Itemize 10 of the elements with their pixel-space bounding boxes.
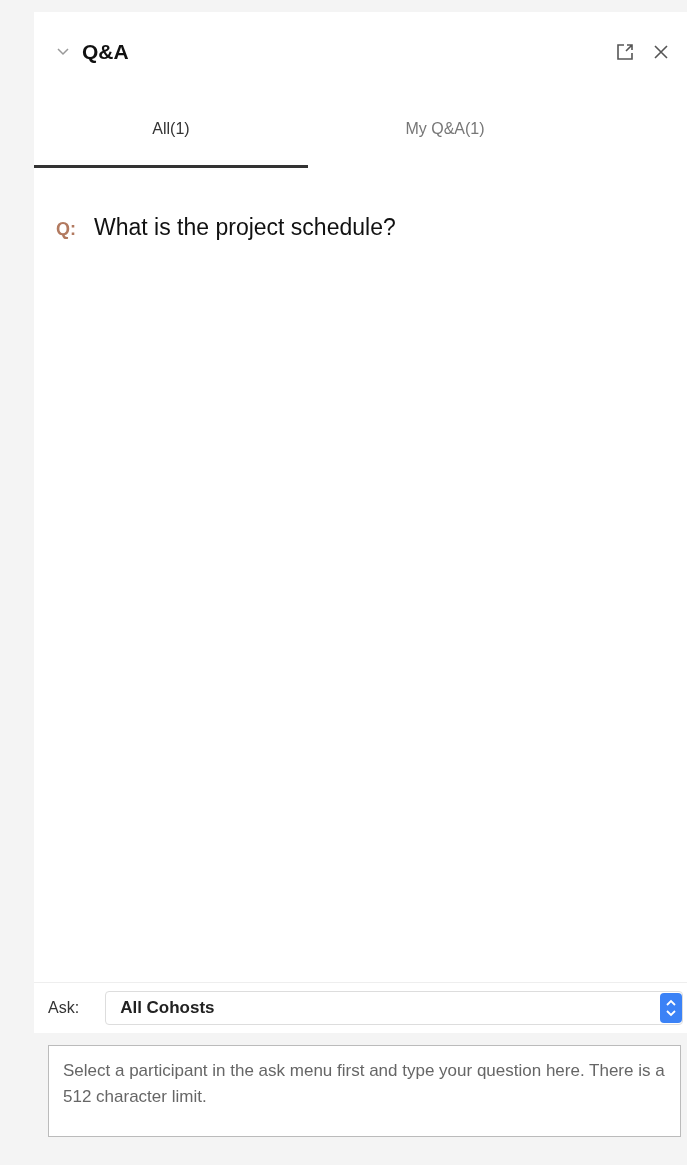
tab[interactable]: All(1): [34, 92, 308, 168]
chevron-icon[interactable]: [56, 47, 70, 57]
stepper-icon[interactable]: [660, 993, 682, 1023]
ask-dropdown[interactable]: All Cohosts: [105, 991, 683, 1025]
tab[interactable]: My Q&A(1): [308, 92, 582, 168]
ask-label: Ask:: [48, 999, 80, 1017]
question-input[interactable]: Select a participant in the ask menu first and type your question here. There is a 512 character limit.: [48, 1045, 681, 1137]
question-marker: Q:: [56, 219, 76, 240]
panel-title: Q&A: [82, 40, 130, 64]
question-text: What is the project schedule?: [94, 214, 396, 241]
